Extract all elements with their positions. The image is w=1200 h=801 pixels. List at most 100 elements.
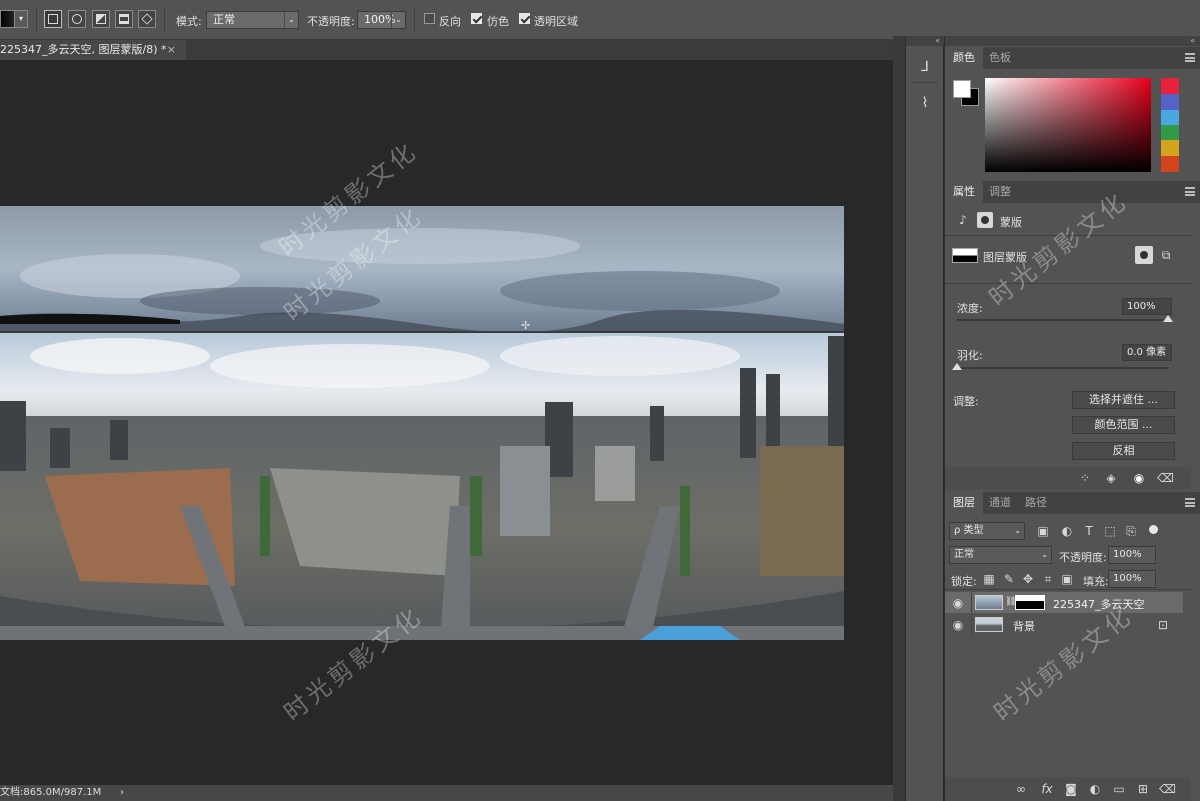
document-tab[interactable]: 225347_多云天空, 图层蒙版/8) * × [0,40,186,60]
chevron-down-icon: ⌄ [1041,550,1048,559]
fill-input[interactable]: 100% [1108,570,1156,588]
eye-icon[interactable]: ◉ [950,617,966,633]
new-adjustment-icon[interactable]: ◐ [1087,781,1103,797]
panel-menu-icon[interactable] [1185,187,1195,196]
tab-paths[interactable]: 路径 [1017,492,1055,514]
apply-mask-icon[interactable]: ◈ [1103,470,1119,486]
reflected-gradient-button[interactable] [115,10,133,28]
divider [414,8,415,32]
canvas-scrollbar[interactable] [893,36,905,801]
lock-artboard-icon[interactable]: ⌗ [1040,571,1056,587]
tab-adjustments[interactable]: 调整 [981,181,1019,203]
layer-opacity-input[interactable]: 100% [1108,546,1156,564]
diamond-gradient-button[interactable] [138,10,156,28]
layer-row[interactable]: ◉ 背景 ⊡ [945,614,1183,635]
brush-settings-icon[interactable]: ⌇ [914,92,936,114]
layer-thumbnail [975,617,1003,632]
chevron-down-icon: ⌄ [284,12,298,28]
vector-mask-icon[interactable] [977,212,993,228]
opacity-input[interactable]: 100% ⌄ [357,11,406,29]
add-mask-icon[interactable]: ◙ [1063,781,1079,797]
linear-gradient-button[interactable] [44,10,62,28]
color-ramp-green [1161,125,1179,140]
load-selection-icon[interactable]: ⁘ [1077,470,1093,486]
gradient-picker-dropdown[interactable]: ▾ [14,10,28,28]
lock-all-icon[interactable]: ▣ [1059,571,1075,587]
color-ramp[interactable] [1161,78,1179,172]
angle-gradient-button[interactable] [92,10,110,28]
feather-slider-knob[interactable] [952,363,962,370]
collapse-arrows-icon[interactable]: « [906,36,944,46]
transparency-checkbox[interactable] [519,13,530,24]
lock-position-icon[interactable]: ✥ [1020,571,1036,587]
layer-name[interactable]: 背景 [1013,618,1035,634]
trash-icon[interactable]: ⌫ [1159,781,1176,797]
color-field[interactable] [985,78,1151,172]
invert-button[interactable]: 反相 [1072,442,1175,460]
blend-mode-value: 正常 [954,549,974,560]
layer-mask-thumbnail[interactable] [1015,595,1045,610]
refine-label: 调整: [953,395,979,408]
panel-menu-icon[interactable] [1185,53,1195,62]
mask-type-label: 蒙版 [1000,216,1022,229]
blend-mode-select[interactable]: 正常 ⌄ [949,546,1052,564]
dither-checkbox[interactable] [471,13,482,24]
tab-channels[interactable]: 通道 [981,492,1019,514]
density-slider-knob[interactable] [1163,315,1173,322]
feather-slider[interactable] [957,367,1169,369]
reverse-checkbox[interactable] [424,13,435,24]
close-icon[interactable]: × [167,40,176,60]
trash-icon[interactable]: ⌫ [1157,470,1174,486]
color-ramp-yellow [1161,140,1179,156]
filter-adjustment-icon[interactable]: ◐ [1059,523,1075,539]
color-ramp-red [1161,78,1179,94]
layer-row[interactable]: ◉ ⛓ 225347_多云天空 [945,592,1183,613]
radial-gradient-button[interactable] [68,10,86,28]
feather-input[interactable]: 0.0 像素 [1122,344,1172,361]
eye-icon[interactable]: ◉ [1131,470,1147,486]
filter-shape-icon[interactable]: ⬚ [1102,523,1118,539]
divider [36,8,37,32]
filter-type-icon[interactable]: T [1081,523,1097,539]
lock-paint-icon[interactable]: ✎ [1001,571,1017,587]
panel-menu-icon[interactable] [1185,498,1195,507]
dither-label: 仿色 [487,15,509,28]
collapse-arrows-icon[interactable]: « [945,36,1200,46]
new-group-icon[interactable]: ▭ [1111,781,1127,797]
history-icon[interactable]: ⅃ [914,56,936,78]
tab-swatches[interactable]: 色板 [981,47,1019,69]
new-layer-icon[interactable]: ⊞ [1135,781,1151,797]
divider [971,592,972,613]
layers-panel-header: 图层 通道 路径 [945,492,1200,514]
mode-select[interactable]: 正常 ⌄ [206,11,299,29]
angle-gradient-icon [96,14,106,24]
eye-icon[interactable]: ◉ [950,595,966,611]
filter-toggle-icon[interactable] [1149,525,1158,534]
layer-filter-select[interactable]: ρ 类型 ⌄ [949,522,1025,540]
color-range-button[interactable]: 颜色范围 ... [1072,416,1175,434]
layers-footer: ∞ fx ◙ ◐ ▭ ⊞ ⌫ [945,777,1191,801]
panorama-image[interactable] [0,206,844,640]
status-bar: 文档:865.0M/987.1M › [0,785,893,801]
select-and-mask-button[interactable]: 选择并遮住 ... [1072,391,1175,409]
color-ramp-cyan [1161,110,1179,125]
add-vector-mask-icon[interactable]: ⧉ [1158,247,1174,263]
link-layers-icon[interactable]: ∞ [1013,781,1029,797]
filter-pixel-icon[interactable]: ▣ [1035,523,1051,539]
tab-properties[interactable]: 属性 [945,181,983,203]
status-menu-arrow[interactable]: › [120,785,124,801]
filter-smart-object-icon[interactable]: ⎘ [1123,523,1139,539]
mode-value: 正常 [213,13,235,26]
pixel-mask-icon[interactable]: ♪ [955,212,971,228]
opacity-label: 不透明度: [307,15,355,28]
add-pixel-mask-button[interactable] [1135,246,1153,264]
foreground-color-swatch[interactable] [953,80,971,98]
divider [971,614,972,635]
lock-transparent-icon[interactable]: ▦ [981,571,997,587]
fx-icon[interactable]: fx [1039,781,1055,797]
density-input[interactable]: 100% [1122,298,1172,315]
layer-opacity-label: 不透明度: [1059,551,1107,564]
density-slider[interactable] [957,319,1169,321]
tab-color[interactable]: 颜色 [945,47,983,69]
tab-layers[interactable]: 图层 [945,492,983,514]
